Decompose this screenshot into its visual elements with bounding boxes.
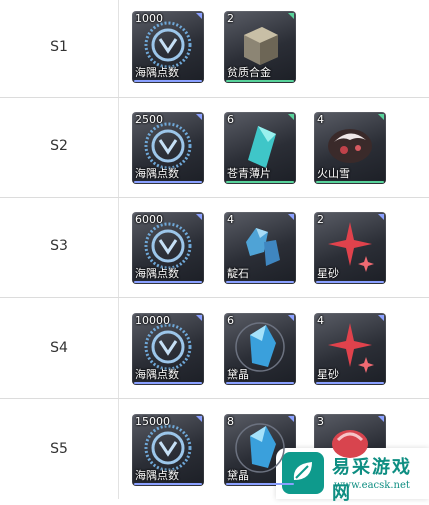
table-row: S3 6000 海隅点数 4 靛石 2 星砂	[0, 198, 429, 298]
item-name: 海隅点数	[135, 66, 179, 79]
rarity-bar	[316, 281, 384, 283]
rarity-bar	[226, 80, 294, 82]
rarity-bar	[134, 281, 202, 283]
reward-item[interactable]: 6 黛晶	[224, 313, 296, 385]
reward-item[interactable]: 4 靛石	[224, 212, 296, 284]
reward-item[interactable]: 6 苍青薄片	[224, 112, 296, 184]
stage-label: S1	[50, 39, 68, 55]
rarity-bar	[226, 483, 294, 485]
item-name: 海隅点数	[135, 469, 179, 482]
reward-item[interactable]: 6000 海隅点数	[132, 212, 204, 284]
rarity-corner	[378, 114, 384, 120]
reward-item[interactable]: 4 火山雪	[314, 112, 386, 184]
reward-item[interactable]: 2 贫质合金	[224, 11, 296, 83]
item-name: 星砂	[317, 368, 339, 381]
reward-item[interactable]: 2 星砂	[314, 212, 386, 284]
table-row: S5 15000 海隅点数 8 黛晶 3	[0, 399, 429, 499]
item-count: 6	[227, 113, 234, 126]
reward-item[interactable]: 3	[314, 414, 386, 486]
stage-label: S3	[50, 238, 68, 254]
item-count: 6000	[135, 213, 163, 226]
reward-item[interactable]: 2500 海隅点数	[132, 112, 204, 184]
stage-label: S4	[50, 340, 68, 356]
rarity-corner	[288, 214, 294, 220]
rarity-corner	[288, 315, 294, 321]
item-count: 4	[227, 213, 234, 226]
rarity-corner	[288, 416, 294, 422]
rarity-bar	[134, 382, 202, 384]
rarity-bar	[316, 181, 384, 183]
rarity-bar	[134, 80, 202, 82]
reward-item[interactable]: 15000 海隅点数	[132, 414, 204, 486]
item-count: 2500	[135, 113, 163, 126]
rarity-bar	[226, 382, 294, 384]
rarity-corner	[196, 13, 202, 19]
item-name: 海隅点数	[135, 167, 179, 180]
item-count: 2	[317, 213, 324, 226]
item-count: 3	[317, 415, 324, 428]
rarity-bar	[134, 181, 202, 183]
rarity-corner	[288, 114, 294, 120]
reward-item[interactable]: 1000 海隅点数	[132, 11, 204, 83]
rarity-corner	[196, 416, 202, 422]
rarity-corner	[288, 13, 294, 19]
item-name: 黛晶	[227, 469, 249, 482]
item-name: 贫质合金	[227, 66, 271, 79]
rarity-bar	[316, 382, 384, 384]
item-name: 黛晶	[227, 368, 249, 381]
reward-table: S1 1000 海隅点数 2 贫质合金 S2 2500 海隅点数 6 苍青薄片 …	[0, 0, 429, 499]
item-count: 2	[227, 12, 234, 25]
item-count: 8	[227, 415, 234, 428]
rarity-corner	[196, 315, 202, 321]
reward-item[interactable]: 4 星砂	[314, 313, 386, 385]
rarity-corner	[196, 214, 202, 220]
table-row: S4 10000 海隅点数 6 黛晶 4 星砂	[0, 298, 429, 399]
item-name: 靛石	[227, 267, 249, 280]
rarity-corner	[378, 315, 384, 321]
rarity-corner	[378, 416, 384, 422]
item-name: 海隅点数	[135, 267, 179, 280]
item-name: 火山雪	[317, 167, 350, 180]
rarity-bar	[226, 281, 294, 283]
item-count: 1000	[135, 12, 163, 25]
table-row: S2 2500 海隅点数 6 苍青薄片 4 火山雪	[0, 98, 429, 198]
stage-label: S5	[50, 441, 68, 457]
item-name: 海隅点数	[135, 368, 179, 381]
item-count: 4	[317, 314, 324, 327]
reward-item[interactable]: 10000 海隅点数	[132, 313, 204, 385]
rarity-bar	[134, 483, 202, 485]
table-row: S1 1000 海隅点数 2 贫质合金	[0, 0, 429, 98]
item-count: 6	[227, 314, 234, 327]
red-gem-icon	[332, 430, 368, 458]
rarity-corner	[378, 214, 384, 220]
stage-label: S2	[50, 138, 68, 154]
item-count: 15000	[135, 415, 170, 428]
rarity-corner	[196, 114, 202, 120]
item-name: 苍青薄片	[227, 167, 271, 180]
item-count: 4	[317, 113, 324, 126]
rarity-bar	[226, 181, 294, 183]
reward-item[interactable]: 8 黛晶	[224, 414, 296, 486]
item-count: 10000	[135, 314, 170, 327]
item-name: 星砂	[317, 267, 339, 280]
